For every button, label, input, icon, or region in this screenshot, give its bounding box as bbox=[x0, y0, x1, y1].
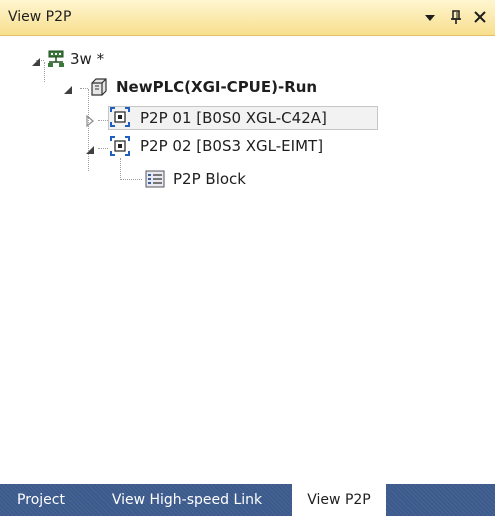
panel-title: View P2P bbox=[8, 9, 72, 25]
tree-node-p2p-01[interactable]: P2P 01 [B0S0 XGL-C42A] bbox=[0, 106, 380, 132]
collapse-triangle-icon[interactable] bbox=[30, 54, 42, 66]
tree-node-project[interactable]: 3w * bbox=[0, 48, 200, 74]
p2p-module-icon bbox=[110, 107, 130, 127]
network-project-icon bbox=[46, 49, 66, 69]
tree-node-plc[interactable]: NewPLC(XGI-CPUE)-Run bbox=[0, 76, 380, 102]
tab-view-high-speed-link[interactable]: View High-speed Link bbox=[82, 484, 292, 516]
project-tree: 3w * NewPLC(XGI-CPUE)-Run P2P 01 [B0S0 X… bbox=[0, 36, 495, 476]
panel-titlebar: View P2P bbox=[0, 0, 495, 36]
block-list-icon bbox=[145, 169, 165, 189]
tree-node-p2p-02[interactable]: P2P 02 [B0S3 XGL-EIMT] bbox=[0, 135, 380, 161]
tree-node-label: P2P Block bbox=[173, 170, 246, 188]
collapse-triangle-icon[interactable] bbox=[84, 142, 96, 154]
tree-node-label: P2P 01 [B0S0 XGL-C42A] bbox=[140, 109, 327, 127]
tab-project[interactable]: Project bbox=[0, 484, 82, 516]
p2p-module-icon bbox=[110, 136, 130, 156]
collapse-triangle-icon[interactable] bbox=[62, 82, 74, 94]
tab-view-p2p[interactable]: View P2P bbox=[292, 484, 386, 516]
tree-node-label: NewPLC(XGI-CPUE)-Run bbox=[116, 78, 318, 96]
bottom-tab-strip: Project View High-speed Link View P2P bbox=[0, 484, 495, 516]
tree-node-p2p-block[interactable]: P2P Block bbox=[0, 166, 380, 192]
pin-icon[interactable] bbox=[446, 7, 466, 27]
tree-node-label: P2P 02 [B0S3 XGL-EIMT] bbox=[140, 137, 324, 155]
plc-icon bbox=[88, 77, 108, 97]
tree-node-label: 3w * bbox=[70, 50, 105, 68]
dropdown-arrow-icon[interactable] bbox=[420, 7, 440, 27]
close-icon[interactable] bbox=[470, 7, 490, 27]
expand-triangle-icon[interactable] bbox=[84, 113, 96, 128]
